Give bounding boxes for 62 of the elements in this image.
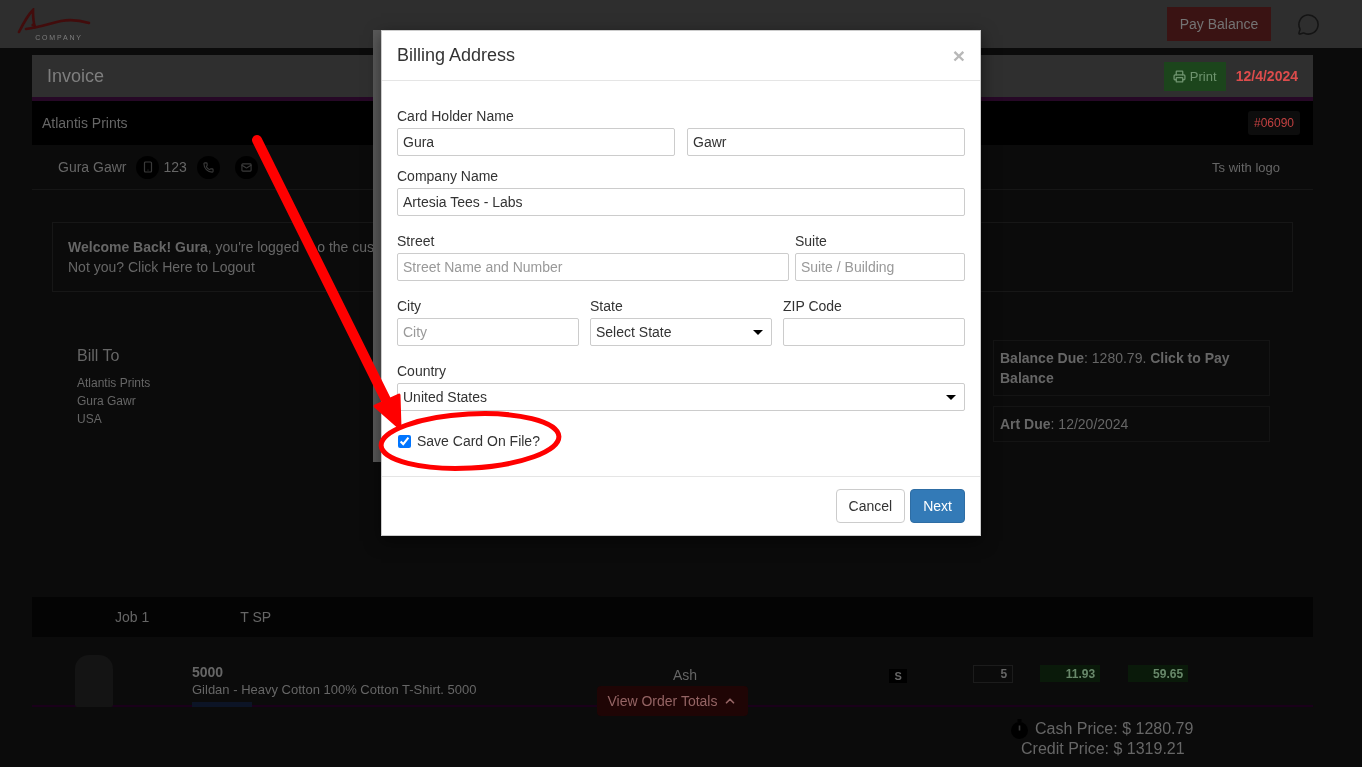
notice-box: Balance Due: 1280.79. Click to Pay Balance bbox=[993, 340, 1270, 396]
phone-icon[interactable] bbox=[196, 155, 220, 179]
line-total: 59.65 bbox=[1128, 665, 1189, 682]
contact-name: Gura Gawr bbox=[58, 159, 127, 175]
select-field[interactable]: United States bbox=[397, 383, 965, 411]
printer-icon bbox=[1172, 69, 1186, 83]
notice-box: Art Due: 12/20/2024 bbox=[993, 406, 1270, 442]
input-field[interactable] bbox=[783, 318, 965, 346]
welcome-message-continued: o the cus bbox=[317, 238, 375, 257]
field-label: Company Name bbox=[397, 167, 499, 186]
field-label: State bbox=[590, 297, 623, 316]
address-line: Gura Gawr bbox=[77, 393, 136, 410]
job-title: Job 1 bbox=[115, 609, 150, 625]
logout-link[interactable]: Not you? Click Here to Logout bbox=[68, 257, 255, 277]
input-field[interactable]: Suite / Building bbox=[795, 253, 965, 281]
garment-color: Ash bbox=[673, 667, 698, 683]
unit-price: 11.93 bbox=[1040, 665, 1101, 682]
company-name: Atlantis Prints bbox=[42, 115, 128, 131]
field-label: Suite bbox=[795, 232, 827, 251]
address-line: Atlantis Prints bbox=[77, 375, 151, 392]
style-number: 5000 bbox=[192, 664, 224, 681]
welcome-message: Welcome Back! Gura, you're logged bbox=[68, 238, 300, 257]
caret-down-icon bbox=[946, 394, 956, 400]
select-field[interactable]: Select State bbox=[590, 318, 772, 346]
checkbox-label: Save Card On File? bbox=[417, 433, 540, 449]
field-label: Country bbox=[397, 362, 447, 381]
page-title: Invoice bbox=[47, 65, 105, 87]
checkbox[interactable] bbox=[398, 434, 411, 448]
mobile-phone-icon[interactable] bbox=[136, 155, 160, 179]
status-strip bbox=[192, 702, 252, 707]
job-code: T SP bbox=[240, 609, 272, 625]
field-label: ZIP Code bbox=[783, 297, 842, 316]
phone-number: 123 bbox=[163, 159, 187, 175]
chat-icon[interactable] bbox=[1297, 12, 1320, 36]
quantity-field[interactable]: 5 bbox=[973, 665, 1014, 683]
cancel-button[interactable]: Cancel bbox=[835, 489, 906, 523]
order-number-badge: #06090 bbox=[1247, 111, 1300, 135]
input-field[interactable]: Street Name and Number bbox=[397, 253, 789, 281]
field-label: Card Holder Name bbox=[397, 107, 514, 126]
product-description: Gildan - Heavy Cotton 100% Cotton T-Shirt. 5000 bbox=[192, 681, 477, 698]
print-button[interactable]: Print bbox=[1163, 61, 1226, 91]
input-field[interactable]: Gawr bbox=[687, 128, 965, 156]
caret-down-icon bbox=[753, 329, 763, 335]
input-field[interactable]: City bbox=[397, 318, 579, 346]
credit-price: Credit Price: $ 1319.21 bbox=[1021, 740, 1185, 758]
view-order-totals-button[interactable]: View Order Totals bbox=[597, 686, 748, 716]
input-field[interactable]: Artesia Tees - Labs bbox=[397, 188, 965, 216]
field-label: Street bbox=[397, 232, 435, 251]
input-field[interactable]: Gura bbox=[397, 128, 675, 156]
bill-to-heading: Bill To bbox=[77, 346, 121, 366]
pay-balance-button[interactable]: Pay Balance bbox=[1167, 7, 1271, 41]
address-line: USA bbox=[77, 411, 102, 428]
mail-icon[interactable] bbox=[234, 155, 258, 179]
next-button[interactable]: Next bbox=[910, 489, 965, 523]
invoice-date: 12/4/2024 bbox=[1235, 68, 1298, 84]
logo-swoosh-icon bbox=[17, 8, 91, 34]
stopwatch-icon bbox=[1011, 719, 1028, 739]
project-name: Ts with logo bbox=[1212, 159, 1280, 175]
size-badge: S bbox=[889, 669, 908, 683]
dialog-title: Billing Address bbox=[397, 45, 516, 66]
field-label: City bbox=[397, 297, 422, 316]
cash-price: Cash Price: $ 1280.79 bbox=[1035, 720, 1194, 738]
